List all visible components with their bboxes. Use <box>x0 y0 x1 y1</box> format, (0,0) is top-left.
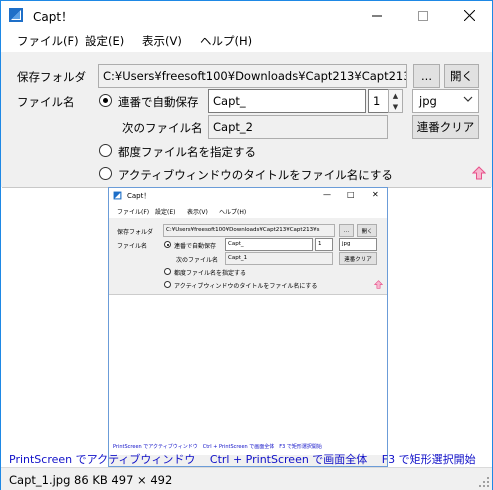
resize-grip-icon[interactable] <box>479 477 489 487</box>
thumb-settings-panel: 保存フォルダ C:¥Users¥freesoft100¥Downloads¥Ca… <box>109 218 387 294</box>
thumb-title-bar: Capt！ — □ ✕ <box>109 188 387 204</box>
filename-label: ファイル名 <box>17 95 75 109</box>
thumb-number-input: 1 <box>315 238 333 251</box>
next-filename-label: 次のファイル名 <box>122 121 203 135</box>
thumb-auto-number-label: 連番で自動保存 <box>174 243 217 250</box>
thumb-active-window-label: アクティブウィンドウのタイトルをファイル名にする <box>174 283 318 290</box>
thumb-auto-number-radio <box>164 241 171 248</box>
browse-button[interactable]: ... <box>413 64 440 88</box>
thumb-active-window-radio <box>164 281 171 288</box>
active-window-title-radio[interactable] <box>99 167 112 180</box>
menu-settings[interactable]: 設定(E) <box>85 33 124 49</box>
filename-input[interactable]: Capt_ <box>208 89 366 113</box>
thumb-menu-file: ファイル(F) <box>117 209 150 216</box>
thumb-filename-input: Capt_ <box>225 238 313 251</box>
thumb-filename-label: ファイル名 <box>117 243 148 250</box>
thumb-menu-view: 表示(V) <box>187 209 208 216</box>
window-title: Capt！ <box>33 10 74 24</box>
thumb-minimize-icon: — <box>323 190 331 199</box>
maximize-button[interactable] <box>400 1 446 30</box>
status-text: Capt_1.jpg 86 KB 497 × 492 <box>9 473 173 487</box>
format-value: jpg <box>419 94 437 108</box>
status-bar: Capt_1.jpg 86 KB 497 × 492 <box>1 467 492 490</box>
save-folder-field[interactable]: C:¥Users¥freesoft100¥Downloads¥Capt213¥C… <box>98 64 407 88</box>
thumb-save-folder-field: C:¥Users¥freesoft100¥Downloads¥Capt213¥C… <box>163 224 335 237</box>
number-input[interactable]: 1 <box>368 89 388 113</box>
thumb-maximize-icon: □ <box>347 190 355 199</box>
each-time-label: 都度ファイル名を指定する <box>118 145 256 159</box>
thumb-browse-button: ... <box>339 224 354 237</box>
spin-up-icon[interactable]: ▲ <box>389 90 402 101</box>
minimize-icon <box>372 15 382 16</box>
settings-panel: 保存フォルダ C:¥Users¥freesoft100¥Downloads¥Ca… <box>1 52 492 187</box>
minimize-button[interactable] <box>354 1 400 30</box>
thumb-app-icon <box>113 191 122 200</box>
thumb-save-folder-label: 保存フォルダ <box>117 229 154 236</box>
thumb-each-time-radio <box>164 268 171 275</box>
menu-view[interactable]: 表示(V) <box>142 33 182 49</box>
menu-help[interactable]: ヘルプ(H) <box>200 33 252 49</box>
thumb-hint-text: PrintScreen でアクティブウィンドウ Ctrl + PrintScre… <box>113 444 322 450</box>
thumb-next-filename-field: Capt_1 <box>225 252 333 265</box>
format-select[interactable]: jpg <box>412 89 479 113</box>
thumb-close-icon: ✕ <box>372 190 379 199</box>
close-icon <box>463 10 475 21</box>
menu-file[interactable]: ファイル(F) <box>17 33 79 49</box>
thumb-menu-settings: 設定(E) <box>155 209 176 216</box>
each-time-radio[interactable] <box>99 144 112 157</box>
thumb-next-filename-label: 次のファイル名 <box>176 257 219 264</box>
hotkey-hint: PrintScreen でアクティブウィンドウ Ctrl + PrintScre… <box>9 453 476 466</box>
thumb-arrow-icon <box>374 280 383 289</box>
title-bar[interactable]: Capt！ <box>1 1 492 30</box>
next-filename-field: Capt_2 <box>208 115 388 139</box>
thumb-window-title: Capt！ <box>127 192 151 200</box>
thumb-menu-help: ヘルプ(H) <box>219 209 247 216</box>
auto-number-radio[interactable] <box>99 94 112 107</box>
chevron-down-icon <box>463 96 473 102</box>
thumb-open-button: 開く <box>357 224 377 237</box>
menu-bar: ファイル(F) 設定(E) 表示(V) ヘルプ(H) <box>1 30 492 50</box>
thumb-clear-button: 連番クリア <box>339 252 377 265</box>
collapse-arrow-icon[interactable] <box>472 166 486 180</box>
app-icon <box>9 8 23 22</box>
thumb-each-time-label: 都度ファイル名を指定する <box>174 270 247 277</box>
capture-thumbnail: Capt！ — □ ✕ ファイル(F) 設定(E) 表示(V) ヘルプ(H) 保… <box>108 187 388 467</box>
clear-number-button[interactable]: 連番クリア <box>412 115 479 139</box>
open-folder-button[interactable]: 開く <box>444 64 479 88</box>
auto-number-label: 連番で自動保存 <box>118 95 199 109</box>
thumb-preview-area <box>109 294 387 460</box>
close-button[interactable] <box>446 1 492 30</box>
save-folder-label: 保存フォルダ <box>17 70 86 84</box>
app-window: Capt！ ファイル(F) 設定(E) 表示(V) ヘルプ(H) 保存フォルダ … <box>0 0 493 490</box>
maximize-icon <box>418 10 428 21</box>
active-window-title-label: アクティブウィンドウのタイトルをファイル名にする <box>118 168 393 182</box>
number-spinner[interactable]: ▲ ▼ <box>388 89 403 113</box>
spin-down-icon[interactable]: ▼ <box>389 101 402 112</box>
thumb-format-select: jpg <box>339 238 377 251</box>
